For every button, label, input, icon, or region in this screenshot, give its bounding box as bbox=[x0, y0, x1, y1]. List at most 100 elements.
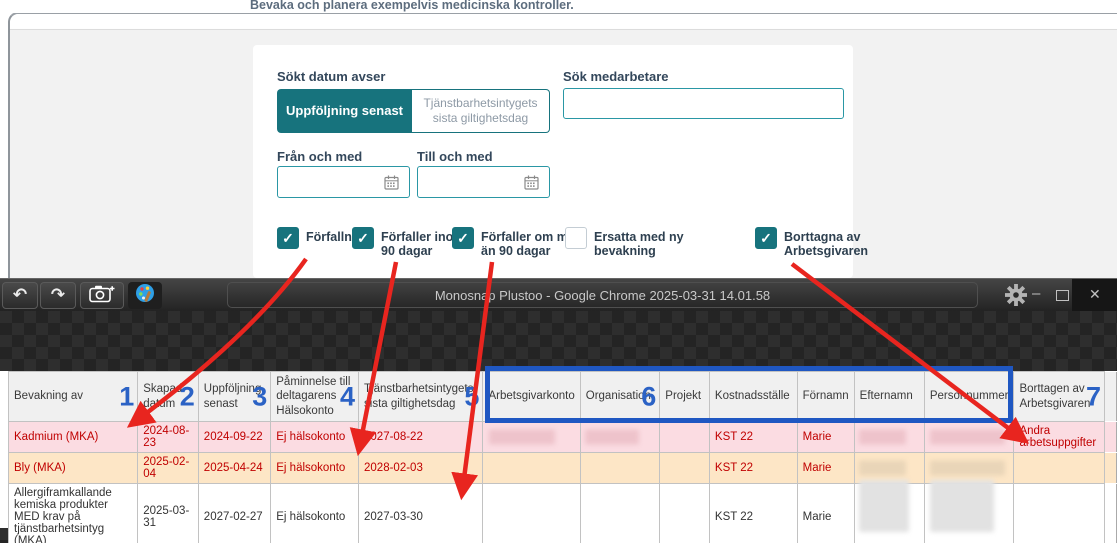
table-cell: 2024-09-22 bbox=[197, 421, 272, 454]
redacted-text bbox=[585, 429, 639, 445]
palette-icon bbox=[134, 282, 156, 309]
column-header: Personnummer bbox=[923, 370, 1015, 423]
column-header-label: Förnamn bbox=[802, 390, 849, 403]
table-cell bbox=[579, 483, 661, 543]
annotation-number: 3 bbox=[252, 381, 268, 412]
table-cell: Ej hälsokonto bbox=[270, 483, 360, 543]
undo-button[interactable]: ↶ bbox=[2, 282, 38, 309]
table-cell bbox=[482, 483, 581, 543]
page-top-band bbox=[10, 14, 1117, 29]
checkbox-unchecked-icon[interactable] bbox=[565, 227, 587, 249]
monosnap-editor-window: ↶ ↷ Monosnap Plustoo - Google Chrome 202… bbox=[0, 278, 1117, 543]
column-header-label: Arbetsgivarkonto bbox=[488, 390, 575, 403]
column-header-label: Kostnadsställe bbox=[714, 390, 790, 403]
checkbox-checked-icon[interactable]: ✓ bbox=[277, 227, 299, 249]
column-header: Efternamn bbox=[853, 370, 925, 423]
column-header: Uppföljning senast 3 bbox=[197, 370, 272, 423]
search-employee-input[interactable] bbox=[563, 88, 844, 119]
annotation-number: 4 bbox=[339, 381, 356, 412]
minimize-button[interactable]: – bbox=[1032, 285, 1040, 303]
column-header: Borttagen av Arbetsgivaren 7 bbox=[1013, 370, 1106, 423]
column-header: Bevakning av 1 bbox=[7, 370, 139, 423]
page-subtitle-strip: Bevaka och planera exempelvis medicinska… bbox=[0, 0, 1117, 13]
table-cell: KST 22 bbox=[708, 421, 798, 454]
table-cell: Ej hälsokonto bbox=[270, 452, 360, 485]
table-cell bbox=[923, 421, 1015, 454]
redacted-text bbox=[858, 460, 906, 476]
redacted-text bbox=[858, 429, 906, 445]
capture-button[interactable] bbox=[80, 282, 124, 309]
table-cell: Allergiframkallande kemiska produkter ME… bbox=[7, 483, 139, 543]
table-cell bbox=[579, 452, 661, 485]
settings-button[interactable] bbox=[1005, 284, 1027, 311]
table-cell: KST 22 bbox=[708, 452, 798, 485]
window-title-bar: Monosnap Plustoo - Google Chrome 2025-03… bbox=[227, 282, 978, 308]
redacted-text bbox=[930, 480, 994, 533]
search-employee-label: Sök medarbetare bbox=[563, 69, 669, 84]
table-cell bbox=[1013, 483, 1106, 543]
table-cell: 2025-04-24 bbox=[197, 452, 272, 485]
table-cell: 2028-02-03 bbox=[358, 452, 484, 485]
annotation-number: 7 bbox=[1086, 381, 1102, 412]
filter-checkbox-label: Ersatta med ny bevakning bbox=[594, 230, 684, 259]
column-header-label: Personnummer bbox=[929, 390, 1009, 403]
table-cell bbox=[579, 421, 661, 454]
checkbox-checked-icon[interactable]: ✓ bbox=[755, 227, 777, 249]
table-cell: Kadmium (MKA) bbox=[7, 421, 139, 454]
table-cell: Andra arbetsuppgifter bbox=[1013, 421, 1106, 454]
transparency-checker-top bbox=[0, 311, 1117, 371]
annotation-number: 1 bbox=[119, 381, 135, 412]
column-header: Påminnelse till deltagarens Hälsokonto 4 bbox=[270, 370, 360, 423]
column-header-label: Efternamn bbox=[859, 390, 913, 403]
table-row[interactable]: Kadmium (MKA) 2024-08-23 2024-09-22 Ej häls… bbox=[7, 421, 1117, 454]
column-header: Projekt bbox=[659, 370, 710, 423]
table-row[interactable]: Bly (MKA) 2025-02-04 2025-04-24 Ej hälsokon… bbox=[7, 452, 1117, 485]
page-subtitle: Bevaka och planera exempelvis medicinska… bbox=[250, 0, 574, 12]
table-cell bbox=[923, 480, 1015, 543]
column-header-label: Borttagen av Arbetsgivaren bbox=[1019, 383, 1091, 410]
annotation-number: 5 bbox=[464, 381, 480, 412]
table-row[interactable]: Allergiframkallande kemiska produkter ME… bbox=[7, 480, 1117, 543]
redacted-text bbox=[858, 480, 909, 533]
to-date-label: Till och med bbox=[417, 149, 493, 164]
filter-checkbox[interactable]: Ersatta med ny bevakning bbox=[565, 227, 690, 259]
filter-card: Sökt datum avser Uppföljning senast Tjäns… bbox=[253, 45, 868, 278]
filter-checkbox[interactable]: ✓ Borttagna av Arbetsgivaren bbox=[755, 227, 884, 259]
calendar-icon[interactable] bbox=[384, 175, 399, 195]
table-cell: Marie bbox=[796, 421, 855, 454]
from-date-label: Från och med bbox=[277, 149, 363, 164]
undo-icon: ↶ bbox=[12, 285, 28, 305]
table-cell bbox=[482, 452, 581, 485]
camera-plus-icon bbox=[89, 284, 115, 308]
redacted-text bbox=[489, 429, 555, 445]
maximize-button[interactable] bbox=[1056, 290, 1069, 301]
filter-checkbox-label: Borttagna av Arbetsgivaren bbox=[784, 230, 869, 259]
annotation-number: 2 bbox=[179, 381, 195, 412]
close-button[interactable]: ✕ bbox=[1089, 286, 1101, 303]
table-cell bbox=[1104, 452, 1117, 484]
table-cell: Ej hälsokonto bbox=[270, 421, 360, 454]
date-type-option[interactable]: Uppföljning senast bbox=[277, 89, 412, 133]
column-header-label: Tjänstbarhetsintygets sista giltighetsda… bbox=[364, 383, 474, 410]
redacted-text bbox=[930, 460, 1005, 476]
calendar-icon[interactable] bbox=[524, 175, 539, 195]
date-type-label: Sökt datum avser bbox=[277, 69, 386, 84]
redo-button[interactable]: ↷ bbox=[40, 282, 76, 309]
column-header bbox=[1104, 371, 1117, 422]
checkbox-checked-icon[interactable]: ✓ bbox=[352, 227, 374, 249]
table-cell: 2027-02-27 bbox=[197, 483, 272, 543]
window-title: Monosnap Plustoo - Google Chrome 2025-03… bbox=[434, 287, 771, 303]
table-cell bbox=[923, 452, 1015, 485]
column-header: Arbetsgivarkonto bbox=[482, 370, 581, 423]
table-cell: 2027-08-22 bbox=[358, 421, 484, 454]
column-header: Skapad datum 2 bbox=[137, 370, 199, 423]
date-type-option[interactable]: Tjänstbarhetsintygets sista giltighetsda… bbox=[412, 89, 550, 133]
checkbox-checked-icon[interactable]: ✓ bbox=[452, 227, 474, 249]
table-cell: KST 22 bbox=[708, 483, 798, 543]
table-cell bbox=[1104, 421, 1117, 453]
draw-tools-button[interactable] bbox=[128, 282, 162, 309]
column-header: Kostnadsställe bbox=[708, 370, 798, 423]
column-header: Organisation 6 bbox=[579, 370, 661, 423]
table-cell bbox=[659, 483, 710, 543]
table-cell bbox=[1013, 452, 1106, 485]
